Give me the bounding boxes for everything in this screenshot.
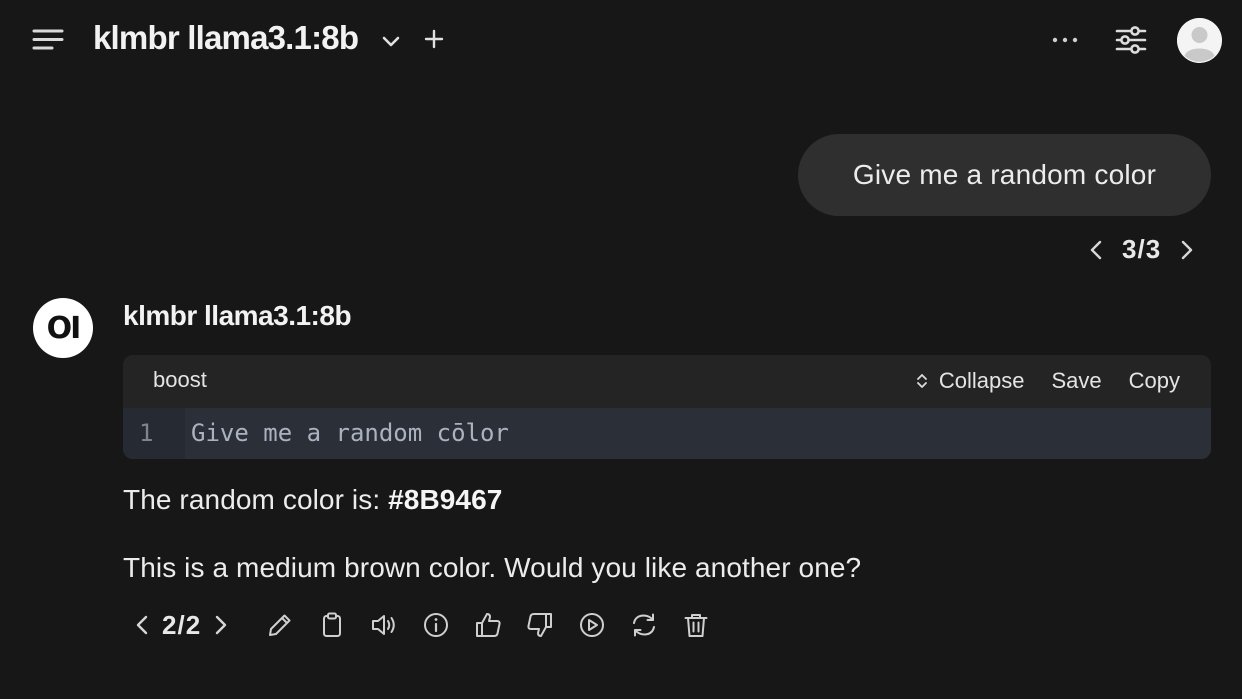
response-paragraph-2: This is a medium brown color. Would you … bbox=[123, 552, 862, 583]
assistant-avatar: OI bbox=[33, 298, 93, 358]
chevron-down-icon bbox=[382, 36, 400, 47]
code-block-header: boost Collapse Save Copy bbox=[123, 355, 1211, 408]
code-line-number: 1 bbox=[139, 419, 154, 447]
top-bar: klmbr llama3.1:8b bbox=[0, 0, 1242, 80]
user-pager-label: 3/3 bbox=[1122, 234, 1162, 264]
more-options-button[interactable] bbox=[1048, 28, 1082, 52]
model-selector-title[interactable]: klmbr llama3.1:8b bbox=[93, 18, 359, 58]
menu-icon bbox=[32, 29, 64, 50]
response-prefix: The random color is: bbox=[123, 484, 389, 515]
controls-button[interactable] bbox=[1113, 22, 1149, 58]
response-pager-label: 2/2 bbox=[162, 609, 202, 640]
response-color-value: #8B9467 bbox=[388, 484, 503, 515]
user-avatar-button[interactable] bbox=[1177, 18, 1222, 63]
generation-info-button[interactable] bbox=[421, 610, 451, 640]
edit-pencil-icon bbox=[269, 614, 291, 636]
bad-response-button[interactable] bbox=[525, 610, 555, 640]
thumbs-down-icon bbox=[527, 613, 553, 637]
next-version-button[interactable] bbox=[1173, 237, 1199, 263]
assistant-model-name: klmbr llama3.1:8b bbox=[123, 300, 352, 331]
chevron-left-icon bbox=[136, 615, 148, 635]
thumbs-up-icon bbox=[476, 613, 501, 637]
edit-response-button[interactable] bbox=[265, 610, 295, 640]
regenerate-icon bbox=[633, 613, 656, 637]
code-editor[interactable]: 1 Give me a random cōlor bbox=[123, 408, 1211, 459]
next-response-button[interactable] bbox=[207, 612, 233, 638]
code-line-text: Give me a random cōlor bbox=[191, 419, 509, 447]
continue-play-icon bbox=[580, 613, 605, 637]
info-icon bbox=[424, 613, 449, 637]
response-paragraph-1: The random color is: #8B9467 bbox=[123, 482, 502, 518]
regenerate-button[interactable] bbox=[629, 610, 659, 640]
sidebar-toggle-button[interactable] bbox=[30, 24, 66, 56]
more-dots-icon bbox=[1052, 37, 1078, 43]
plus-icon bbox=[424, 29, 444, 49]
code-block-actions: Collapse Save Copy bbox=[913, 368, 1180, 394]
collapse-code-button[interactable]: Collapse bbox=[913, 368, 1025, 394]
continue-response-button[interactable] bbox=[577, 610, 607, 640]
expand-collapse-chevrons-icon bbox=[916, 374, 927, 388]
user-message-text: Give me a random color bbox=[852, 159, 1157, 190]
add-model-button[interactable] bbox=[421, 26, 447, 52]
copy-response-button[interactable] bbox=[317, 610, 347, 640]
assistant-action-bar: 2/2 bbox=[130, 604, 711, 646]
user-message-pager: 3/3 bbox=[1084, 234, 1199, 265]
code-gutter bbox=[123, 408, 185, 459]
previous-response-button[interactable] bbox=[130, 612, 156, 638]
code-language-label: boost bbox=[153, 367, 207, 392]
user-avatar-icon bbox=[1177, 18, 1222, 63]
copy-clipboard-icon bbox=[323, 612, 342, 637]
chevron-left-icon bbox=[1090, 240, 1102, 259]
model-dropdown-button[interactable] bbox=[378, 28, 404, 54]
delete-trash-icon bbox=[684, 614, 708, 637]
previous-version-button[interactable] bbox=[1084, 237, 1110, 263]
save-label: Save bbox=[1051, 368, 1102, 393]
code-block: boost Collapse Save Copy 1 Give me a ran… bbox=[123, 355, 1211, 459]
assistant-avatar-initials: OI bbox=[46, 310, 82, 346]
collapse-label: Collapse bbox=[938, 368, 1025, 393]
read-aloud-button[interactable] bbox=[369, 610, 399, 640]
good-response-button[interactable] bbox=[473, 610, 503, 640]
delete-response-button[interactable] bbox=[681, 610, 711, 640]
chevron-right-icon bbox=[215, 615, 227, 635]
user-message-bubble: Give me a random color bbox=[798, 134, 1211, 216]
save-code-button[interactable]: Save bbox=[1051, 368, 1101, 394]
chevron-right-icon bbox=[1181, 240, 1193, 259]
controls-sliders-icon bbox=[1115, 26, 1147, 54]
copy-label: Copy bbox=[1128, 368, 1180, 393]
copy-code-button[interactable]: Copy bbox=[1129, 368, 1180, 394]
read-aloud-speaker-icon bbox=[372, 615, 395, 635]
